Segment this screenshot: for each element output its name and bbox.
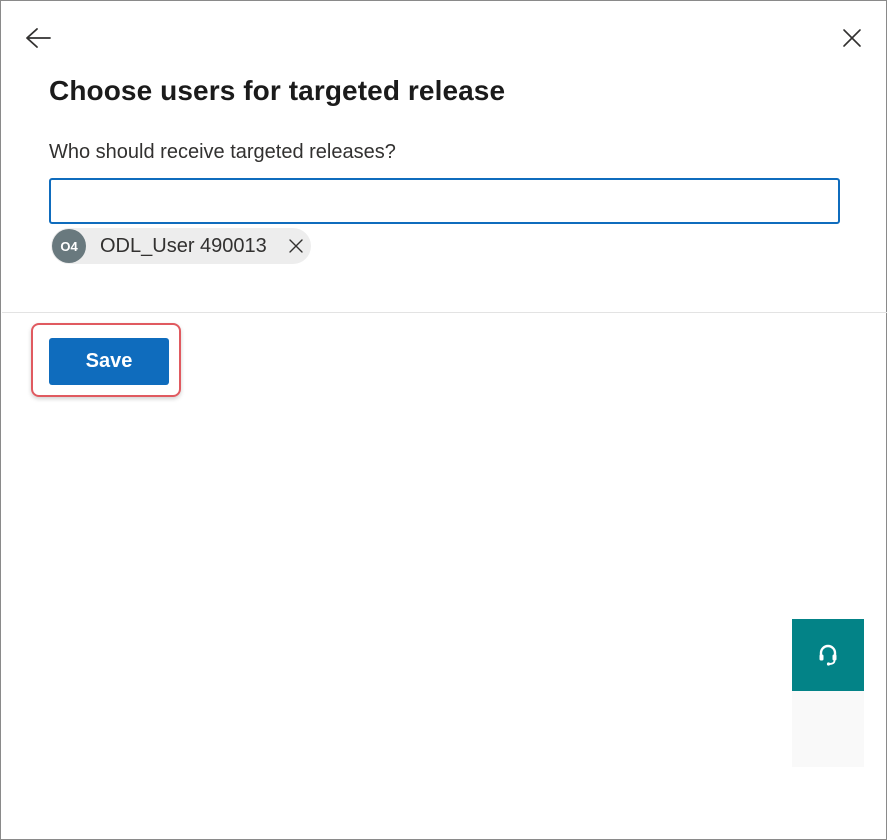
targeted-release-panel: Choose users for targeted release Who sh… [0, 0, 887, 840]
arrow-left-icon [26, 28, 51, 48]
avatar: O4 [52, 229, 86, 263]
close-icon [289, 239, 303, 253]
remove-user-button[interactable] [285, 235, 307, 257]
footer-divider [2, 312, 887, 313]
close-icon [843, 29, 861, 47]
page-title: Choose users for targeted release [49, 75, 506, 106]
headset-icon [819, 644, 837, 666]
save-button[interactable]: Save [49, 338, 169, 385]
help-button[interactable] [792, 619, 864, 691]
recipients-label: Who should receive targeted releases? [49, 141, 396, 163]
close-button[interactable] [837, 23, 867, 53]
selected-user-chip: O4 ODL_User 490013 [51, 228, 311, 264]
selected-user-name: ODL_User 490013 [100, 234, 267, 257]
people-picker-input[interactable] [49, 178, 840, 224]
back-button[interactable] [23, 23, 53, 53]
